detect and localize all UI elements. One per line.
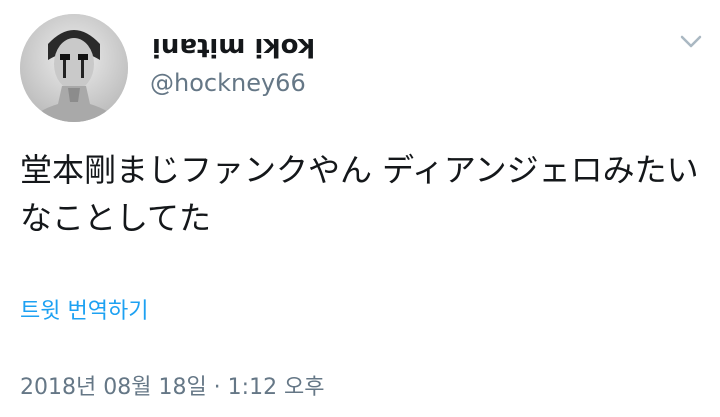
author-display-name[interactable]: koki mitani (152, 32, 315, 62)
profile-photo-icon (20, 14, 128, 122)
translate-tweet-link[interactable]: 트윗 번역하기 (20, 297, 148, 327)
tweet-detail: koki mitani @hockney66 堂本剛まじファンクやん ディアンジ… (0, 0, 720, 417)
avatar[interactable] (20, 14, 128, 122)
tweet-menu-button[interactable] (676, 28, 706, 56)
tweet-timestamp[interactable]: 2018년 08월 18일 · 1:12 오후 (20, 373, 325, 403)
author-handle[interactable]: @hockney66 (150, 68, 306, 98)
tweet-text: 堂本剛まじファンクやん ディアンジェロみたいなことしてた (20, 151, 699, 237)
chevron-down-icon (680, 35, 702, 48)
